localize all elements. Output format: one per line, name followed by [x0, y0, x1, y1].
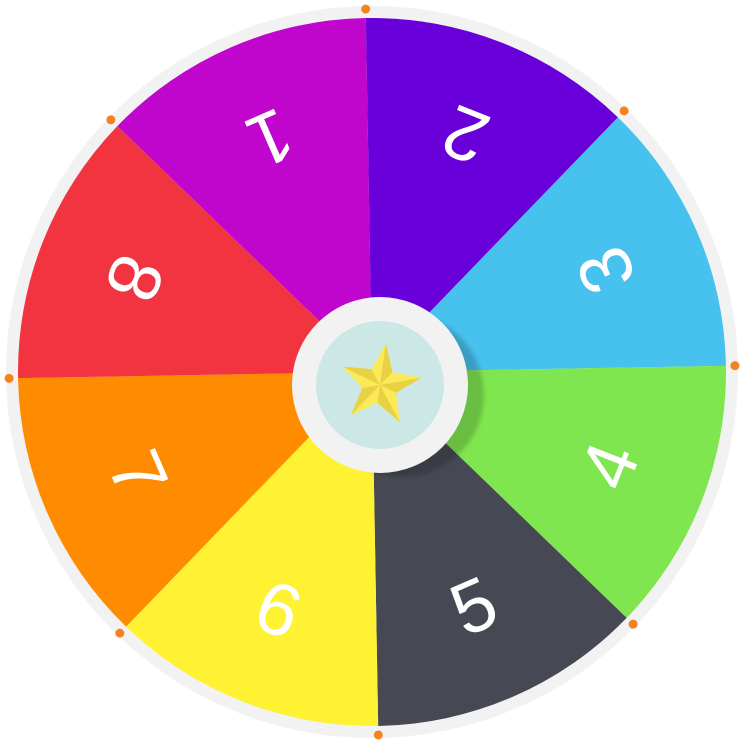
rim-peg — [628, 619, 638, 629]
rim-peg — [4, 373, 14, 383]
rim-peg — [106, 115, 116, 125]
spin-wheel[interactable]: 12345678 — [0, 0, 744, 745]
rim-peg — [361, 4, 371, 14]
rim-peg — [730, 361, 740, 371]
rim-peg — [115, 628, 125, 638]
rim-peg — [619, 106, 629, 116]
wheel-graphic[interactable]: 1 2345678 — [0, 0, 744, 745]
rim-peg — [373, 730, 383, 740]
